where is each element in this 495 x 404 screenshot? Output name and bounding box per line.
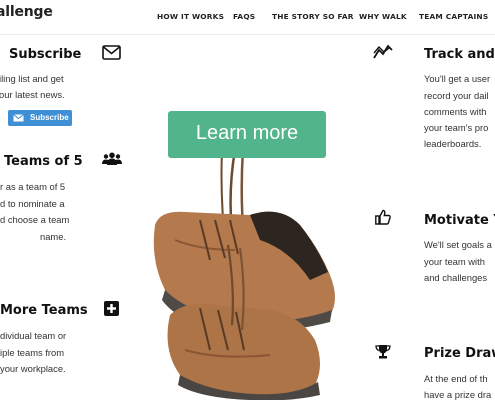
more-teams-line-1: dividual team or xyxy=(0,330,67,341)
subscribe-button[interactable]: Subscribe xyxy=(8,110,72,126)
hanging-hiking-shoes-image xyxy=(153,150,335,400)
track-line-2: record your dail xyxy=(424,90,489,101)
track-line-5: leaderboards. xyxy=(424,138,482,149)
more-teams-line-2: iple teams from xyxy=(0,347,65,358)
nav-team-captains[interactable]: TEAM CAPTAINS xyxy=(419,12,488,21)
thumbs-up-icon xyxy=(375,209,391,225)
site-brand[interactable]: allenge xyxy=(0,4,53,20)
top-nav: allenge HOW IT WORKS FAQS THE STORY SO F… xyxy=(0,0,495,35)
envelope-icon xyxy=(102,45,121,60)
track-line-3: comments with xyxy=(424,106,487,117)
prize-heading: Prize Draw xyxy=(424,346,495,361)
teams-of-5-heading: Teams of 5 xyxy=(4,154,83,169)
nav-story-so-far[interactable]: THE STORY SO FAR xyxy=(272,12,354,21)
subscribe-button-label: Subscribe xyxy=(30,113,69,122)
nav-why-walk[interactable]: WHY WALK xyxy=(359,12,407,21)
teams-of-5-line-4: name. xyxy=(40,231,67,242)
envelope-icon xyxy=(13,114,24,122)
track-heading: Track and C xyxy=(424,47,495,62)
motivate-heading: Motivate Yo xyxy=(424,213,495,228)
more-teams-heading: More Teams xyxy=(0,303,88,318)
plus-square-icon xyxy=(104,301,119,316)
teams-of-5-line-1: r as a team of 5 xyxy=(0,181,66,192)
group-icon xyxy=(102,152,122,165)
motivate-line-3: and challenges xyxy=(424,272,488,283)
teams-of-5-line-3: d choose a team xyxy=(0,214,70,225)
prize-line-2: have a prize dra xyxy=(424,389,492,400)
teams-of-5-line-2: d to nominate a xyxy=(0,198,65,209)
trophy-icon xyxy=(375,345,391,359)
chart-line-icon xyxy=(373,44,393,59)
subscribe-heading: Subscribe xyxy=(9,47,82,62)
nav-how-it-works[interactable]: HOW IT WORKS xyxy=(157,12,224,21)
learn-more-button[interactable]: Learn more xyxy=(168,111,326,158)
motivate-line-2: your team with xyxy=(424,256,485,267)
track-line-4: your team's pro xyxy=(424,122,489,133)
motivate-line-1: We'll set goals a xyxy=(424,239,492,250)
subscribe-line-1: iling list and get xyxy=(0,73,64,84)
prize-line-1: At the end of th xyxy=(424,373,488,384)
track-line-1: You'll get a user xyxy=(424,73,491,84)
learn-more-label: Learn more xyxy=(195,122,299,144)
more-teams-line-3: your workplace. xyxy=(0,363,66,374)
nav-faqs[interactable]: FAQS xyxy=(233,12,255,21)
subscribe-line-2: our latest news. xyxy=(0,89,65,100)
